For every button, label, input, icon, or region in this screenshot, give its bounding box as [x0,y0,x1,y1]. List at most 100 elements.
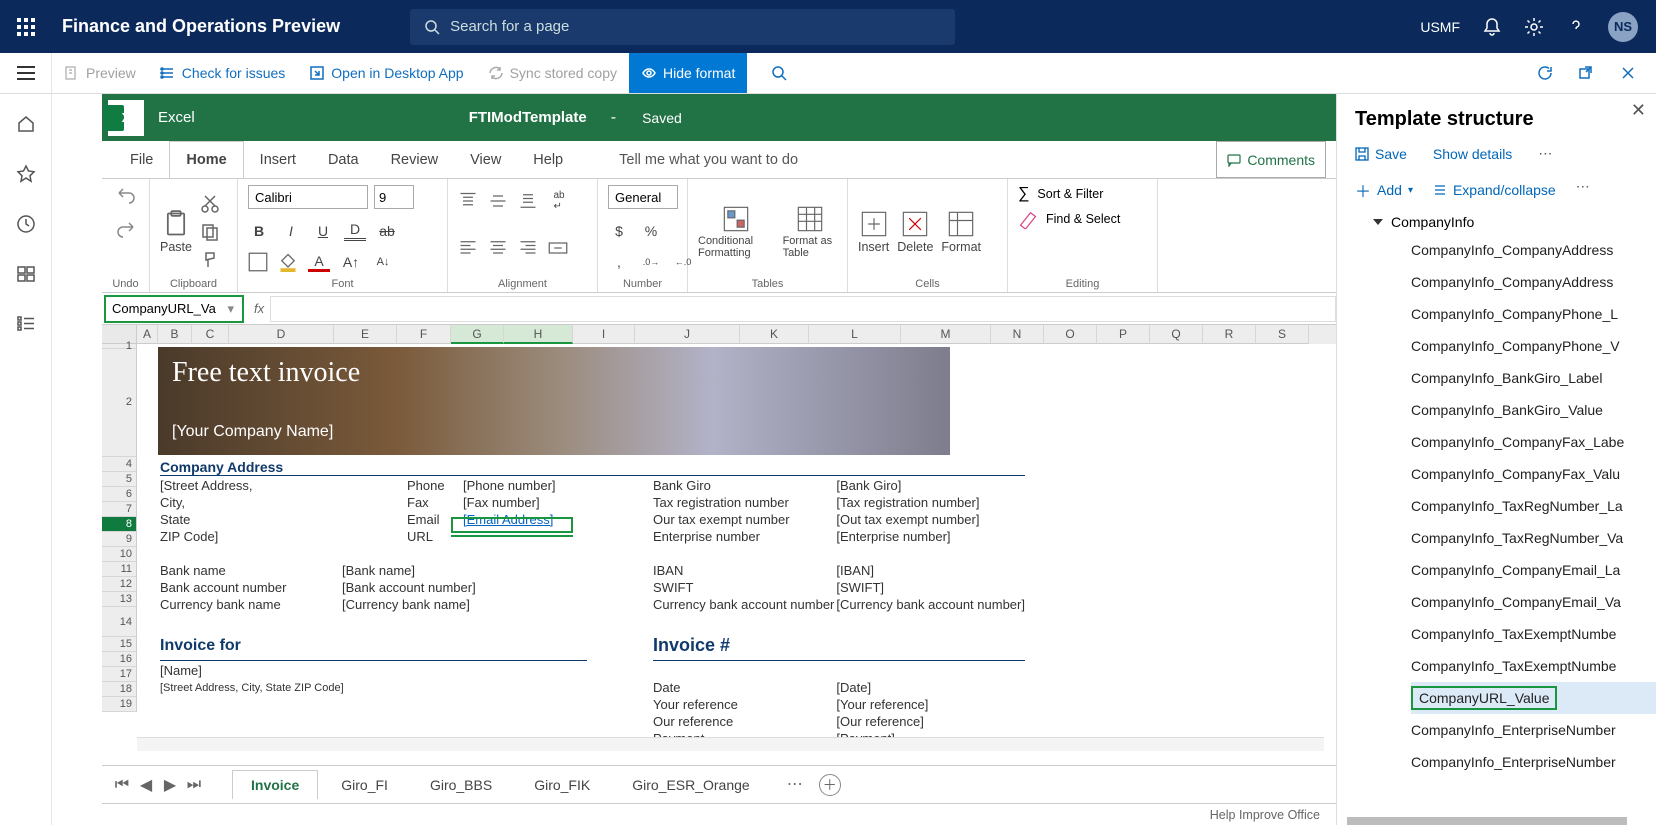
currency-icon[interactable]: $ [608,221,630,241]
sheet-more-icon[interactable]: ⋯ [787,774,805,796]
panel-scrollbar[interactable] [1347,817,1627,825]
col-M[interactable]: M [901,325,991,344]
tree-node[interactable]: CompanyInfo_EnterpriseNumber [1411,746,1656,778]
col-G[interactable]: G [451,325,504,344]
align-right-icon[interactable] [518,238,538,258]
help-icon[interactable] [1566,17,1586,37]
copy-icon[interactable] [200,222,220,242]
col-C[interactable]: C [192,325,229,344]
sheet-tab-giroesr[interactable]: Giro_ESR_Orange [613,770,769,800]
tree-node[interactable]: CompanyInfo_TaxRegNumber_Va [1411,522,1656,554]
sheet-tab-invoice[interactable]: Invoice [232,770,318,799]
waffle-icon[interactable] [0,18,52,36]
list-icon[interactable] [16,314,36,334]
tree-node[interactable]: CompanyInfo_TaxRegNumber_La [1411,490,1656,522]
autosum-icon[interactable]: ∑ [1018,185,1029,203]
format-table-icon[interactable] [796,205,824,233]
comma-icon[interactable]: , [608,252,630,272]
col-F[interactable]: F [397,325,451,344]
strike-button[interactable]: ab [376,221,398,241]
popout-icon[interactable] [1578,64,1596,82]
search-box[interactable]: Search for a page [410,9,955,45]
format-painter-icon[interactable] [200,250,220,270]
check-issues-button[interactable]: Check for issues [148,53,297,93]
menu-view[interactable]: View [454,141,517,178]
clock-icon[interactable] [16,214,36,234]
menu-help[interactable]: Help [517,141,579,178]
double-underline-button[interactable]: D [344,221,366,241]
inc-dec-icon[interactable]: .0→ [640,252,662,272]
undo-icon[interactable] [116,185,136,205]
tree-node[interactable]: CompanyURL_Value [1411,682,1656,714]
sheet-tab-girofik[interactable]: Giro_FIK [515,770,609,800]
sheet-nav-prev[interactable]: ◀ [136,775,156,795]
col-I[interactable]: I [573,325,635,344]
panel-close-icon[interactable]: ✕ [1631,100,1646,121]
tree-node[interactable]: CompanyInfo_TaxExemptNumbe [1411,618,1656,650]
menu-home[interactable]: Home [169,141,243,178]
hide-format-button[interactable]: Hide format [629,53,747,93]
col-Q[interactable]: Q [1150,325,1203,344]
delete-cell-icon[interactable] [901,210,929,238]
show-details-button[interactable]: Show details [1433,145,1512,162]
sheet-tab-girobbs[interactable]: Giro_BBS [411,770,511,800]
italic-button[interactable]: I [280,221,302,241]
align-top-icon[interactable] [458,191,478,211]
name-box[interactable]: CompanyURL_Va▾ [104,295,244,323]
close-icon[interactable] [1620,65,1636,81]
gear-icon[interactable] [1524,17,1544,37]
menu-review[interactable]: Review [375,141,455,178]
comments-button[interactable]: Comments [1216,141,1326,178]
tree-node[interactable]: CompanyInfo_TaxExemptNumbe [1411,650,1656,682]
insert-cell-icon[interactable] [860,210,888,238]
merge-icon[interactable] [548,238,568,258]
align-left-icon[interactable] [458,238,478,258]
redo-icon[interactable] [116,219,136,239]
sheet-nav-next[interactable]: ▶ [160,775,180,795]
tree-node[interactable]: CompanyInfo_CompanyEmail_La [1411,554,1656,586]
col-K[interactable]: K [740,325,809,344]
col-P[interactable]: P [1097,325,1150,344]
sheet-nav-first[interactable]: ⏮ [112,776,132,794]
expand-collapse-button[interactable]: Expand/collapse [1433,178,1556,202]
avatar[interactable]: NS [1608,12,1638,42]
workspace-icon[interactable] [16,264,36,284]
tree-node[interactable]: CompanyInfo_CompanyFax_Labe [1411,426,1656,458]
shrink-font-icon[interactable]: A↓ [372,252,394,272]
tell-me-input[interactable]: Tell me what you want to do [619,141,798,178]
menu-data[interactable]: Data [312,141,375,178]
wrap-text-icon[interactable]: ab↵ [548,191,570,211]
hamburger-button[interactable] [0,53,52,93]
col-O[interactable]: O [1044,325,1097,344]
tree-node[interactable]: CompanyInfo_CompanyAddress [1411,234,1656,266]
underline-button[interactable]: U [312,221,334,241]
sheet-tab-girofi[interactable]: Giro_FI [322,770,407,800]
add-button[interactable]: ＋Add▾ [1355,178,1413,202]
tree-node[interactable]: CompanyInfo_CompanyFax_Valu [1411,458,1656,490]
company-code[interactable]: USMF [1420,19,1460,35]
col-D[interactable]: D [229,325,334,344]
more-actions2-icon[interactable]: ⋯ [1576,178,1592,202]
cut-icon[interactable] [200,194,220,214]
col-R[interactable]: R [1203,325,1256,344]
sheet-nav-last[interactable]: ⏭ [184,776,204,794]
toolbar-search-icon[interactable] [747,53,811,93]
tree-root[interactable]: CompanyInfo [1347,210,1656,234]
col-S[interactable]: S [1256,325,1309,344]
formula-input[interactable] [270,296,1336,322]
border-icon[interactable] [248,252,268,272]
align-bottom-icon[interactable] [518,191,538,211]
bell-icon[interactable] [1482,17,1502,37]
fill-color-icon[interactable] [278,252,298,272]
menu-file[interactable]: File [114,141,169,178]
spreadsheet-grid[interactable]: A B C D E F G H I J K L M N O P Q R S [102,325,1336,765]
tree-node[interactable]: CompanyInfo_CompanyPhone_V [1411,330,1656,362]
clear-icon[interactable] [1018,209,1038,229]
more-actions-icon[interactable]: ⋯ [1538,145,1554,162]
align-middle-icon[interactable] [488,191,508,211]
percent-icon[interactable]: % [640,221,662,241]
refresh-icon[interactable] [1536,64,1554,82]
align-center-icon[interactable] [488,238,508,258]
number-format-select[interactable] [608,185,678,209]
col-N[interactable]: N [991,325,1044,344]
